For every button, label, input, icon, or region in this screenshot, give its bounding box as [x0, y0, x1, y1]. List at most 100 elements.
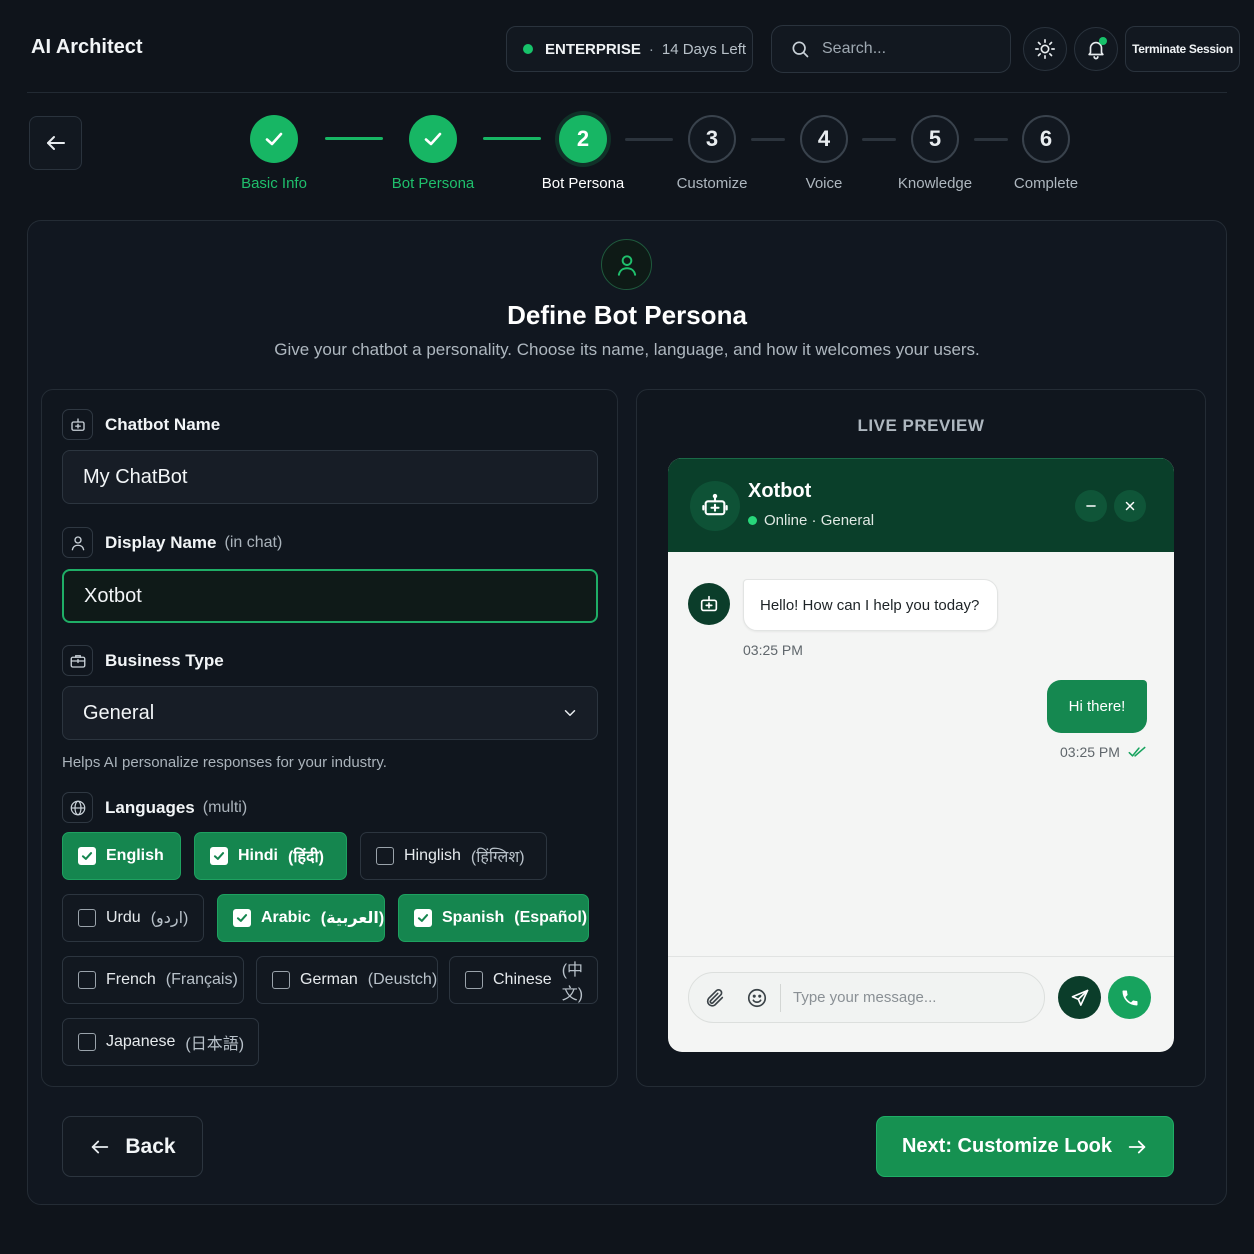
search-box[interactable]: [771, 25, 1011, 73]
robot-icon: [698, 593, 720, 615]
terminate-session-button[interactable]: Terminate Session: [1125, 26, 1240, 72]
check-icon: [250, 115, 298, 163]
language-native: (हिंदी): [288, 849, 324, 866]
checkbox-empty-icon: [272, 971, 290, 989]
minimize-button[interactable]: [1075, 490, 1107, 522]
plan-separator: ·: [648, 40, 654, 58]
step-complete[interactable]: 6 Complete: [976, 115, 1116, 192]
language-name: Hinglish: [404, 847, 461, 864]
close-icon: [1123, 499, 1137, 513]
display-name-field[interactable]: [62, 569, 598, 623]
language-name: German: [300, 971, 358, 988]
bot-status: Online · General: [748, 512, 874, 529]
languages-label: Languages (multi): [62, 792, 247, 823]
chatbot-name-field[interactable]: [62, 450, 598, 504]
chatbot-name-input[interactable]: [83, 465, 563, 489]
display-name-input[interactable]: [84, 584, 564, 608]
language-chip-chinese[interactable]: Chinese (中文): [449, 956, 598, 1004]
search-input[interactable]: [822, 40, 992, 58]
step-label: Bot Persona: [541, 175, 625, 192]
checkbox-checked-icon: [233, 909, 251, 927]
field-label-text: Chatbot Name: [105, 414, 221, 434]
language-chip-english[interactable]: English: [62, 832, 181, 880]
checkbox-empty-icon: [78, 971, 96, 989]
briefcase-icon: [62, 645, 93, 676]
globe-icon: [62, 792, 93, 823]
user-message-meta: 03:25 PM: [1060, 744, 1146, 760]
chat-header: Xotbot Online · General: [668, 458, 1174, 552]
language-name: French: [106, 971, 156, 988]
bot-name: Xotbot: [748, 480, 812, 502]
language-name: Arabic: [261, 909, 311, 926]
step-bot-persona-done[interactable]: Bot Persona: [363, 115, 503, 192]
composer-divider: [668, 956, 1174, 957]
business-type-label: Business Type: [62, 645, 224, 676]
language-chip-spanish[interactable]: Spanish (Español): [398, 894, 589, 942]
user-message-bubble: Hi there!: [1047, 680, 1147, 733]
language-chip-arabic[interactable]: Arabic (العربية): [217, 894, 385, 942]
language-native: (Français): [165, 971, 238, 988]
checkbox-empty-icon: [78, 1033, 96, 1051]
persona-icon-badge: [601, 239, 652, 290]
composer-separator: [780, 983, 781, 1012]
checkbox-checked-icon: [210, 847, 228, 865]
next-customize-button[interactable]: Next: Customize Look: [876, 1116, 1174, 1177]
notifications-button[interactable]: [1074, 27, 1118, 71]
status-dot-icon: [523, 44, 533, 54]
arrow-right-icon: [1126, 1136, 1148, 1158]
checkbox-empty-icon: [78, 909, 96, 927]
step-number: 2: [559, 115, 607, 163]
robot-icon: [62, 409, 93, 440]
paperclip-icon[interactable]: [704, 987, 726, 1009]
language-chip-french[interactable]: French (Français): [62, 956, 244, 1004]
bot-message-bubble: Hello! How can I help you today?: [743, 579, 998, 631]
business-type-helper: Helps AI personalize responses for your …: [62, 754, 387, 771]
language-native: (Español): [514, 909, 588, 926]
robot-icon: [701, 492, 729, 520]
message-composer[interactable]: [688, 972, 1045, 1023]
language-native: (Deustch): [367, 971, 438, 988]
back-button[interactable]: Back: [62, 1116, 203, 1177]
back-button-label: Back: [125, 1134, 176, 1158]
language-native: (हिंग्लिश): [470, 849, 525, 866]
chatbot-name-label: Chatbot Name: [62, 409, 220, 440]
language-chip-japanese[interactable]: Japanese (日本語): [62, 1018, 259, 1066]
language-name: English: [106, 847, 164, 864]
theme-toggle-button[interactable]: [1023, 27, 1067, 71]
user-message-time: 03:25 PM: [1060, 744, 1120, 760]
emoji-icon[interactable]: [746, 987, 768, 1009]
user-icon: [62, 527, 93, 558]
step-basic-info[interactable]: Basic Info: [204, 115, 344, 192]
chevron-down-icon: [561, 704, 579, 722]
language-chip-hinglish[interactable]: Hinglish (हिंग्लिश): [360, 832, 547, 880]
plan-name: ENTERPRISE: [545, 40, 641, 58]
page-subtitle: Give your chatbot a personality. Choose …: [274, 340, 980, 359]
bot-message-time: 03:25 PM: [743, 642, 803, 658]
message-input[interactable]: [793, 989, 1023, 1006]
arrow-left-icon: [44, 131, 68, 155]
close-button[interactable]: [1114, 490, 1146, 522]
step-label: Bot Persona: [391, 175, 475, 192]
language-native: (اردو): [150, 910, 189, 927]
send-button[interactable]: [1058, 976, 1101, 1019]
header-divider: [27, 92, 1227, 93]
language-chip-hindi[interactable]: Hindi (हिंदी): [194, 832, 347, 880]
business-type-select[interactable]: General: [62, 686, 598, 740]
language-native: (日本語): [185, 1036, 245, 1053]
checkbox-empty-icon: [465, 971, 483, 989]
bot-status-text: Online · General: [764, 512, 875, 529]
send-icon: [1070, 988, 1090, 1008]
checkbox-checked-icon: [414, 909, 432, 927]
language-chip-urdu[interactable]: Urdu (اردو): [62, 894, 204, 942]
call-button[interactable]: [1108, 976, 1151, 1019]
language-chip-german[interactable]: German (Deustch): [256, 956, 438, 1004]
checkbox-checked-icon: [78, 847, 96, 865]
language-name: Hindi: [238, 847, 278, 864]
back-arrow-button[interactable]: [29, 116, 82, 170]
search-icon: [790, 39, 810, 59]
bot-avatar: [690, 481, 740, 531]
next-button-label: Next: Customize Look: [901, 1135, 1113, 1157]
phone-icon: [1120, 988, 1140, 1008]
step-bot-persona-current[interactable]: 2 Bot Persona: [513, 115, 653, 192]
notification-badge: [1099, 37, 1107, 45]
